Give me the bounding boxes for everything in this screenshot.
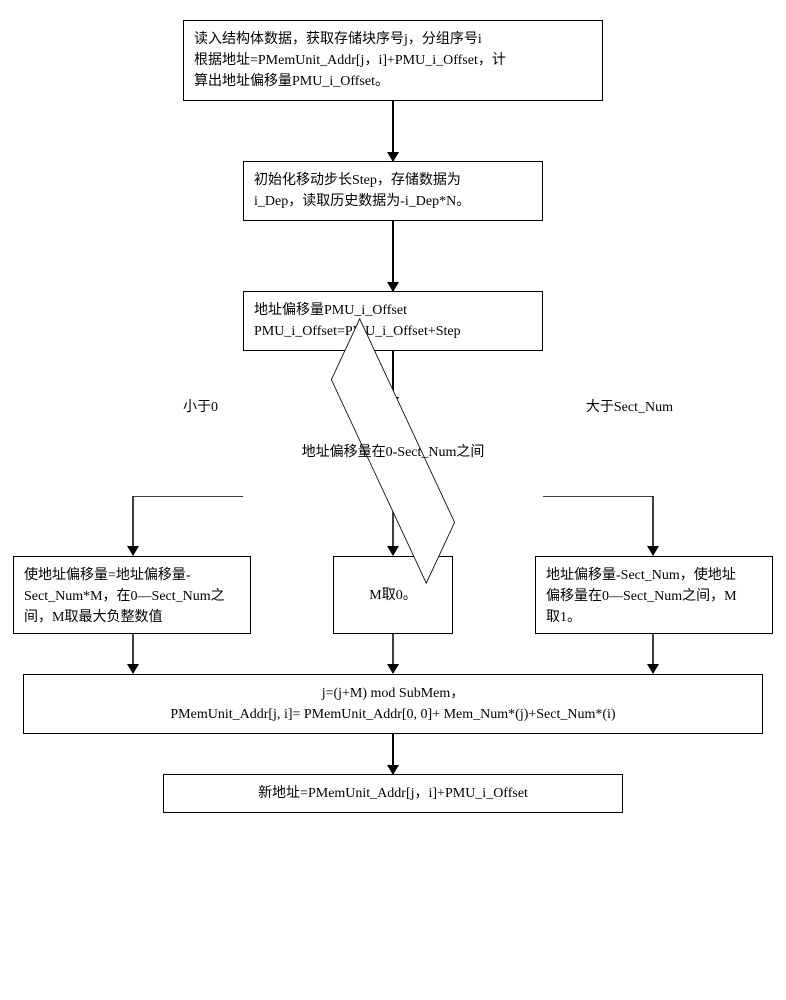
branch-mid-text: M取0。 (369, 585, 416, 606)
step-read-struct: 读入结构体数据，获取存储块序号j，分组序号i根据地址=PMemUnit_Addr… (183, 20, 603, 101)
flowchart: 读入结构体数据，获取存储块序号j，分组序号i根据地址=PMemUnit_Addr… (10, 20, 776, 813)
label-greater-than-sectnum: 大于Sect_Num (586, 396, 673, 416)
decision-text: 地址偏移量在0-Sect_Num之间 (302, 441, 485, 461)
step-new-address: 新地址=PMemUnit_Addr[j，i]+PMU_i_Offset (163, 774, 623, 813)
step6-text: 新地址=PMemUnit_Addr[j，i]+PMU_i_Offset (258, 786, 528, 801)
decision-offset-range: 地址偏移量在0-Sect_Num之间 (243, 406, 543, 496)
branch-row: 使地址偏移量=地址偏移量-Sect_Num*M，在0—Sect_Num之间，M取… (13, 556, 773, 634)
merge-connector (13, 634, 773, 674)
step5-text: j=(j+M) mod SubMem，PMemUnit_Addr[j, i]= … (170, 686, 615, 722)
label-less-than-zero: 小于0 (183, 396, 218, 416)
branch-right-text: 地址偏移量-Sect_Num，使地址偏移量在0—Sect_Num之间，M取1。 (546, 568, 737, 625)
step-compute-j-addr: j=(j+M) mod SubMem，PMemUnit_Addr[j, i]= … (23, 674, 763, 734)
arrow-1 (392, 101, 394, 161)
arrow-5 (392, 734, 394, 774)
arrow-2 (392, 221, 394, 291)
branch-right-box: 地址偏移量-Sect_Num，使地址偏移量在0—Sect_Num之间，M取1。 (535, 556, 773, 634)
step-offset-calc: 地址偏移量PMU_i_OffsetPMU_i_Offset=PMU_i_Offs… (243, 291, 543, 351)
step2-text: 初始化移动步长Step，存储数据为i_Dep，读取历史数据为-i_Dep*N。 (254, 173, 470, 209)
branch-left-box: 使地址偏移量=地址偏移量-Sect_Num*M，在0—Sect_Num之间，M取… (13, 556, 251, 634)
branch-mid-box: M取0。 (333, 556, 453, 634)
step-init-step: 初始化移动步长Step，存储数据为i_Dep，读取历史数据为-i_Dep*N。 (243, 161, 543, 221)
branch-left-text: 使地址偏移量=地址偏移量-Sect_Num*M，在0—Sect_Num之间，M取… (24, 568, 225, 625)
step1-text: 读入结构体数据，获取存储块序号j，分组序号i根据地址=PMemUnit_Addr… (194, 32, 506, 89)
